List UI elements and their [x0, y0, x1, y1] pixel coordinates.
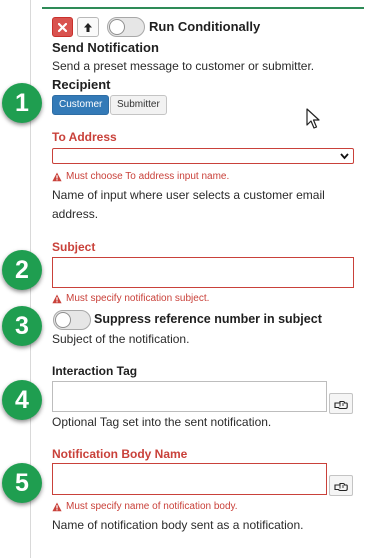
- to-address-error: Must choose To address input name.: [52, 171, 229, 182]
- action-title: Send Notification: [52, 40, 159, 55]
- move-up-button[interactable]: [77, 17, 99, 37]
- interaction-tag-input[interactable]: [52, 381, 327, 412]
- suppress-reference-toggle[interactable]: [53, 310, 91, 330]
- subject-help: Subject of the notification.: [52, 332, 190, 346]
- toggle-knob: [109, 19, 125, 35]
- delete-button[interactable]: [52, 17, 73, 37]
- arrow-up-icon: [84, 22, 92, 32]
- subject-error-text: Must specify notification subject.: [66, 293, 210, 304]
- toggle-knob: [55, 312, 71, 328]
- to-address-help-line1: Name of input where user selects a custo…: [52, 188, 325, 202]
- subject-error: Must specify notification subject.: [52, 293, 209, 304]
- warning-icon: [52, 172, 62, 181]
- body-name-lookup-button[interactable]: [329, 475, 353, 496]
- callout-badge-1: 1: [2, 83, 42, 123]
- pointer-hand-icon: [334, 482, 348, 491]
- run-conditionally-toggle[interactable]: [107, 17, 145, 37]
- callout-badge-5: 5: [2, 463, 42, 503]
- callout-badge-2: 2: [2, 250, 42, 290]
- body-name-error-text: Must specify name of notification body.: [66, 501, 238, 512]
- recipient-customer-button[interactable]: Customer: [52, 95, 110, 115]
- recipient-submitter-button[interactable]: Submitter: [110, 95, 167, 115]
- run-conditionally-label: Run Conditionally: [149, 19, 261, 34]
- interaction-tag-lookup-button[interactable]: [329, 393, 353, 414]
- chevron-down-icon: [340, 153, 349, 160]
- to-address-help-line2: address.: [52, 207, 99, 221]
- interaction-tag-label: Interaction Tag: [52, 364, 138, 378]
- to-address-error-text: Must choose To address input name.: [66, 171, 230, 182]
- subject-input[interactable]: [52, 257, 354, 288]
- body-name-error: Must specify name of notification body.: [52, 501, 238, 512]
- warning-icon: [52, 502, 62, 511]
- pointer-hand-icon: [334, 400, 348, 409]
- body-name-label: Notification Body Name: [52, 447, 188, 461]
- callout-badge-3: 3: [2, 306, 42, 346]
- to-address-select[interactable]: [52, 148, 354, 164]
- body-name-input[interactable]: [52, 463, 327, 495]
- warning-icon: [52, 294, 62, 303]
- x-icon: [58, 22, 67, 32]
- callout-badge-4: 4: [2, 380, 42, 420]
- body-name-help: Name of notification body sent as a noti…: [52, 518, 304, 532]
- to-address-label: To Address: [52, 130, 117, 144]
- recipient-label: Recipient: [52, 77, 111, 92]
- interaction-tag-help: Optional Tag set into the sent notificat…: [52, 415, 272, 429]
- mouse-cursor-icon: [306, 108, 320, 129]
- subject-label: Subject: [52, 240, 96, 254]
- panel-top-border: [42, 7, 364, 9]
- suppress-reference-label: Suppress reference number in subject: [94, 312, 322, 326]
- action-description: Send a preset message to customer or sub…: [52, 59, 315, 73]
